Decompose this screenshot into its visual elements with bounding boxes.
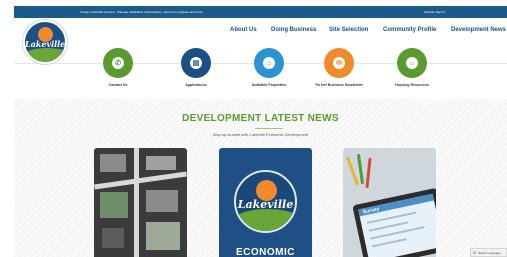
quick-link-contact-us[interactable]: ✆ Contact Us bbox=[90, 48, 146, 87]
quick-link-label: Housing Resources bbox=[395, 83, 429, 87]
form-line bbox=[371, 238, 407, 248]
nav-doing-business[interactable]: Doing Business bbox=[271, 27, 316, 33]
select-language-label: Select Language bbox=[478, 250, 501, 255]
news-card-economic[interactable]: Lakeville ECONOMIC bbox=[219, 148, 312, 257]
house-icon: ⌂ bbox=[406, 57, 418, 69]
contact-circle: ✆ bbox=[103, 48, 133, 78]
map-block bbox=[146, 190, 178, 212]
quick-link-label: Contact Us bbox=[108, 83, 128, 87]
quick-link-label: Available Properties bbox=[251, 83, 287, 87]
econ-logo: Lakeville bbox=[234, 170, 297, 233]
properties-circle: ⌂ bbox=[254, 48, 284, 78]
title-divider bbox=[255, 128, 283, 129]
tablet-screen: Survey bbox=[358, 193, 436, 257]
map-block bbox=[146, 222, 180, 250]
map-road bbox=[134, 148, 139, 257]
document-icon: ▤ bbox=[190, 57, 202, 69]
quick-link-label: Thrive! Business Newsletter bbox=[314, 83, 364, 87]
logo-hills-icon bbox=[236, 209, 295, 231]
quick-link-available-properties[interactable]: ⌂ Available Properties bbox=[241, 48, 297, 87]
map-road bbox=[94, 171, 187, 190]
nav-community-profile[interactable]: Community Profile bbox=[383, 27, 436, 33]
pencil-icon bbox=[356, 153, 365, 185]
tablet-icon: Survey bbox=[352, 187, 436, 257]
utility-bar: Create a Website Account - Manage notifi… bbox=[14, 6, 507, 18]
sign-in-link[interactable]: Website Sign In bbox=[424, 10, 445, 14]
map-block bbox=[100, 192, 128, 218]
nav-about-us[interactable]: About Us bbox=[230, 27, 257, 33]
form-line bbox=[366, 211, 417, 224]
section-subtitle: Stay up-to-date with Lakeville Economic … bbox=[212, 132, 309, 137]
econ-card-heading: ECONOMIC bbox=[236, 247, 295, 257]
quick-link-applications[interactable]: ▤ Applications bbox=[168, 48, 224, 87]
quick-links: ✆ Contact Us ▤ Applications ⌂ Available … bbox=[14, 48, 507, 98]
pencil-icon bbox=[365, 157, 372, 189]
news-card-survey[interactable]: Survey bbox=[343, 148, 436, 257]
quick-link-newsletter[interactable]: ✉ Thrive! Business Newsletter bbox=[311, 48, 367, 87]
map-block bbox=[102, 228, 124, 248]
quick-link-label: Applications bbox=[185, 83, 207, 87]
housing-circle: ⌂ bbox=[397, 48, 427, 78]
newsletter-circle: ✉ bbox=[324, 48, 354, 78]
mail-icon: ✉ bbox=[333, 57, 345, 69]
home-icon: ⌂ bbox=[263, 57, 275, 69]
news-card-site-map[interactable] bbox=[94, 148, 187, 257]
development-news-section: DEVELOPMENT LATEST NEWS Stay up-to-date … bbox=[14, 99, 507, 257]
nav-site-selection[interactable]: Site Selection bbox=[329, 27, 368, 33]
map-block bbox=[100, 154, 126, 172]
map-block bbox=[146, 156, 176, 170]
econ-logo-wordmark: Lakeville bbox=[237, 198, 294, 211]
quick-link-housing-resources[interactable]: ⌂ Housing Resources bbox=[384, 48, 440, 87]
nav-development-news[interactable]: Development News bbox=[451, 27, 506, 33]
account-promo-link[interactable]: Create a Website Account - Manage notifi… bbox=[80, 10, 203, 14]
section-title: DEVELOPMENT LATEST NEWS bbox=[182, 113, 339, 124]
applications-circle: ▤ bbox=[181, 48, 211, 78]
phone-icon: ✆ bbox=[112, 57, 124, 69]
google-icon: G bbox=[473, 250, 477, 255]
select-language-widget[interactable]: G Select Language bbox=[470, 248, 507, 257]
